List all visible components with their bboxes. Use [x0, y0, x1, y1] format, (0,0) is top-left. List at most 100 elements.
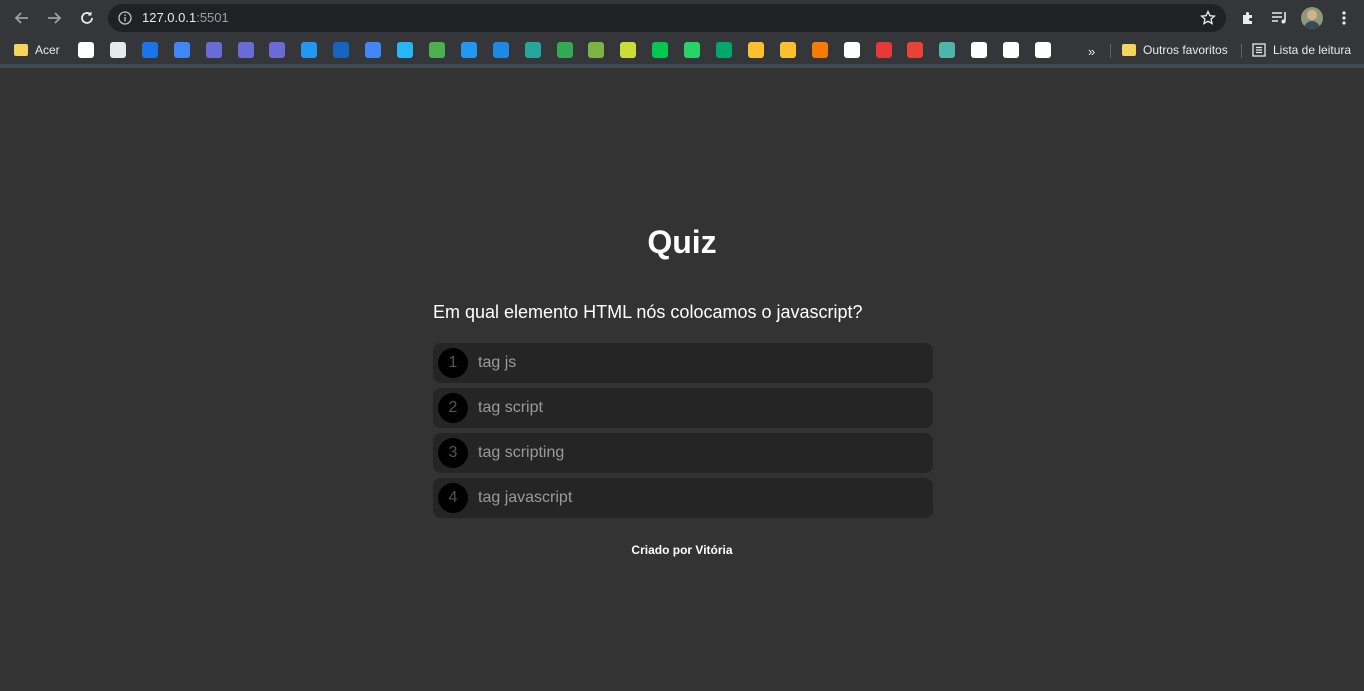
bookmark-item[interactable]	[843, 41, 860, 59]
bookmark-item[interactable]	[588, 41, 605, 59]
playlist-icon	[1272, 12, 1286, 24]
bookmark-item[interactable]	[205, 41, 222, 59]
cube-icon	[524, 42, 541, 58]
bookmarks-divider	[1241, 44, 1242, 58]
bookmark-item[interactable]	[78, 41, 94, 59]
l-icon	[1003, 42, 1020, 58]
bookmark-star-icon[interactable]	[1200, 10, 1216, 26]
footer-credit: Criado por Vitória	[631, 543, 733, 557]
gmail-icon	[907, 42, 924, 58]
arrow-left-icon	[14, 12, 28, 24]
answer-option-4[interactable]: 4 tag javascript	[433, 478, 933, 518]
option-number: 3	[438, 438, 468, 468]
bookmark-item[interactable]	[333, 41, 350, 59]
bookmark-item[interactable]	[747, 41, 764, 59]
bookmark-item[interactable]	[269, 41, 286, 59]
forward-button[interactable]	[42, 6, 66, 30]
grid-icon	[237, 42, 254, 58]
profile-avatar[interactable]	[1301, 7, 1323, 29]
bookmark-item[interactable]	[716, 41, 732, 59]
bookmark-item[interactable]	[397, 41, 413, 59]
bookmark-item[interactable]	[237, 41, 254, 59]
bookmark-item[interactable]	[173, 41, 190, 59]
bookmark-item[interactable]	[109, 41, 126, 59]
bookmark-item[interactable]	[492, 41, 509, 59]
url-text: 127.0.0.1:5501	[142, 11, 229, 25]
option-number: 4	[438, 483, 468, 513]
folder-icon	[1122, 44, 1136, 56]
bookmark-item[interactable]	[811, 41, 828, 59]
l-icon	[1035, 42, 1051, 58]
bookmark-item[interactable]	[428, 41, 445, 59]
bookmark-item[interactable]	[939, 41, 956, 59]
other-favorites-label: Outros favoritos	[1143, 43, 1228, 57]
quiz-page: Quiz Em qual elemento HTML nós colocamos…	[0, 68, 1364, 691]
bookmark-item[interactable]	[524, 41, 541, 59]
back-button[interactable]	[10, 6, 34, 30]
mb-icon	[492, 42, 509, 58]
bookmark-item[interactable]	[301, 41, 318, 59]
other-favorites-folder[interactable]: Outros favoritos	[1122, 41, 1228, 59]
lips-icon	[875, 42, 892, 58]
ring-icon	[620, 42, 637, 58]
bookmark-item[interactable]	[365, 41, 382, 59]
reading-list-button[interactable]: Lista de leitura	[1252, 41, 1351, 59]
bookmark-item[interactable]	[460, 41, 477, 59]
folder-icon	[14, 44, 28, 56]
answer-option-3[interactable]: 3 tag scripting	[433, 433, 933, 473]
reload-icon	[81, 11, 93, 24]
answer-option-2[interactable]: 2 tag script	[433, 388, 933, 428]
circle-app-icon	[397, 42, 413, 58]
bookmark-item[interactable]	[1035, 41, 1051, 59]
green-dot-icon	[652, 42, 669, 58]
bookmarks-divider	[1110, 44, 1111, 58]
kebab-menu-icon	[1342, 11, 1346, 25]
more-bookmarks-button[interactable]: »	[1088, 44, 1095, 59]
photo-icon	[428, 42, 445, 58]
arrow-right-icon	[48, 12, 62, 24]
extensions-button[interactable]	[1236, 6, 1260, 30]
x-circle-icon	[588, 42, 605, 58]
classroom-icon	[747, 42, 764, 58]
bookmark-label: Acer	[35, 43, 60, 57]
gs-icon	[173, 42, 190, 58]
google-icon	[78, 42, 94, 58]
keep-icon	[779, 42, 796, 58]
browser-menu-button[interactable]	[1332, 6, 1356, 30]
edge-icon	[939, 42, 956, 58]
grid-icon	[269, 42, 286, 58]
bookmark-item[interactable]	[556, 41, 573, 59]
bookmark-item[interactable]	[684, 41, 701, 59]
bookmark-item[interactable]	[652, 41, 669, 59]
media-control-button[interactable]	[1268, 6, 1292, 30]
bookmark-item[interactable]: Acer	[14, 41, 60, 59]
bookmark-item[interactable]	[141, 41, 158, 59]
funnel-icon	[301, 42, 318, 58]
bookmark-item[interactable]	[779, 41, 796, 59]
bookmark-item[interactable]	[875, 41, 892, 59]
reading-list-icon	[1252, 43, 1266, 57]
address-bar[interactable]: 127.0.0.1:5501	[108, 4, 1226, 32]
bookmark-item[interactable]	[620, 41, 637, 59]
github-icon	[971, 42, 988, 58]
grid-icon	[205, 42, 222, 58]
question-text: Em qual elemento HTML nós colocamos o ja…	[433, 302, 863, 322]
numbers-icon	[109, 42, 126, 58]
translate-icon	[365, 42, 382, 58]
bookmark-item[interactable]	[971, 41, 988, 59]
bookmark-item[interactable]	[1003, 41, 1020, 59]
l-icon	[843, 42, 860, 58]
reload-button[interactable]	[75, 6, 99, 30]
s-app-icon	[141, 42, 158, 58]
whatsapp-icon	[684, 42, 701, 58]
option-number: 2	[438, 393, 468, 423]
info-icon[interactable]	[118, 11, 132, 25]
option-label: tag javascript	[478, 489, 573, 506]
page-title: Quiz	[647, 224, 717, 260]
bookmark-item[interactable]	[907, 41, 924, 59]
reading-list-label: Lista de leitura	[1273, 43, 1352, 57]
meet-icon	[556, 42, 573, 58]
option-label: tag js	[478, 354, 517, 371]
globe-icon	[333, 42, 350, 58]
answer-option-1[interactable]: 1 tag js	[433, 343, 933, 383]
